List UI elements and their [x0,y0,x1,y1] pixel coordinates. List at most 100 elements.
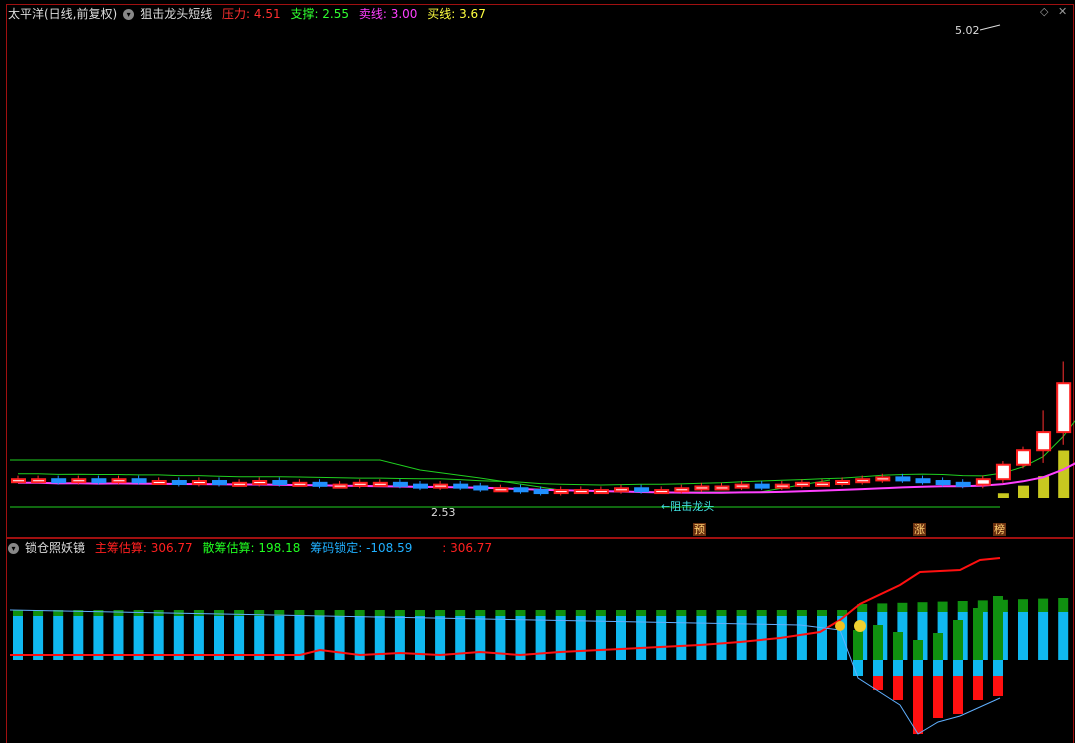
candle-body [553,489,569,495]
lock-chip-bar [893,660,903,676]
main-chip-bar [993,676,1003,696]
scatter-chip-bar [394,610,405,616]
candle-body [754,483,770,489]
top-panel-border [6,4,1074,538]
buy-label: 买线: 3.67 [427,7,486,21]
scatter-chip-bar [736,610,747,616]
candle-body [955,481,971,487]
scatter-chip-bar [796,610,807,616]
lock-chip-bar [274,616,285,660]
lock-chip-label: 筹码锁定: -108.59 [310,541,413,555]
candle-body [91,478,107,484]
lock-chip-bar [595,616,606,660]
bottom-indicator-name: 锁仓照妖镜 [25,541,86,555]
candle-body [1056,382,1072,434]
candle-body [232,481,248,487]
pressure-label: 压力: 4.51 [222,7,281,21]
candle-body [252,480,268,486]
scatter-chip-bar [953,620,963,660]
scatter-chip-bar [973,608,983,660]
scatter-chip-bar [374,610,385,616]
candle-body [11,478,26,484]
candle-body [935,480,951,486]
candle-body [593,489,609,495]
scatter-chip-bar [897,602,908,612]
lock-chip-bar [953,660,963,676]
green-ma-line [18,420,1075,486]
candle-body [332,483,348,489]
scatter-chip-bar [595,610,606,616]
close-icon[interactable]: ✕ [1058,5,1067,18]
lock-chip-bar [475,616,486,660]
candle-body [453,483,469,489]
scatter-chip-bar [193,610,204,616]
candle-body [694,485,710,491]
main-chip-bar [893,676,903,700]
main-chip-bar [953,676,963,714]
candle-body [614,487,629,493]
lock-chip-bar [575,616,586,660]
diamond-icon[interactable]: ◇ [1040,5,1048,18]
sell-label: 卖线: 3.00 [358,7,418,21]
scatter-chip-bar [853,630,863,660]
dropdown-icon[interactable]: ▾ [8,543,19,554]
chart-canvas [6,4,1075,743]
lock-chip-bar [93,616,104,660]
candle-body [51,478,67,484]
lock-chip-bar [33,616,44,660]
candle-body [392,481,408,487]
lock-chip-bar [1018,612,1028,660]
scatter-chip-bar [1038,598,1049,612]
scatter-chip-bar [314,610,325,616]
lock-chip-bar [736,616,747,660]
lock-chip-bar [73,616,84,660]
lock-chip-bar [933,660,943,676]
scatter-chip-bar [917,602,928,612]
scatter-chip-bar [993,596,1003,660]
lock-chip-bar [354,616,365,660]
scatter-chip-bar [873,625,883,660]
candle-body [734,483,750,489]
lock-chip-bar [435,616,446,660]
main-chip-bar [973,676,983,700]
lock-chip-bar [254,616,265,660]
candle-body [513,487,529,493]
high-label: 5.02 [955,24,980,37]
lock-chip-bar [193,616,204,660]
scatter-chip-bar [515,610,526,616]
lock-chip-bar [13,616,23,660]
candle-body [815,481,830,487]
scatter-chip-bar [696,610,707,616]
high-arrow [979,24,1001,31]
dragon-label: ←阻击龙头 [661,500,715,513]
low-label: 2.53 [431,506,456,519]
candle-body [1036,431,1052,452]
lock-chip-bar [133,616,144,660]
candle-body [674,487,690,493]
scatter-chip-bar [495,610,506,616]
candle-body [774,483,790,489]
dropdown-icon[interactable]: ▾ [123,9,135,20]
scatter-chip-bar [716,610,727,616]
candle-body [212,480,227,486]
candle-body [915,478,931,484]
scatter-chip-bar [555,610,566,616]
scatter-chip-bar [776,610,787,616]
buy-bar [1038,476,1050,498]
lock-chip-bar [873,660,883,676]
lock-chip-bar [636,616,647,660]
marker-icon [835,621,845,631]
buy-bar [997,493,1009,498]
candle-body [1016,449,1031,466]
lock-chip-bar [173,616,184,660]
tag-zhang: 涨 [913,523,926,536]
candle-body [654,489,670,495]
candle-body [835,480,851,486]
scatter-chip-bar [535,610,546,616]
main-chip-bar [873,676,883,690]
scatter-chip-bar [435,610,446,616]
scatter-chip-bar [475,610,486,616]
lock-chip-bar [756,616,767,660]
scatter-chip-bar [93,610,104,616]
scatter-chip-bar [957,601,968,612]
